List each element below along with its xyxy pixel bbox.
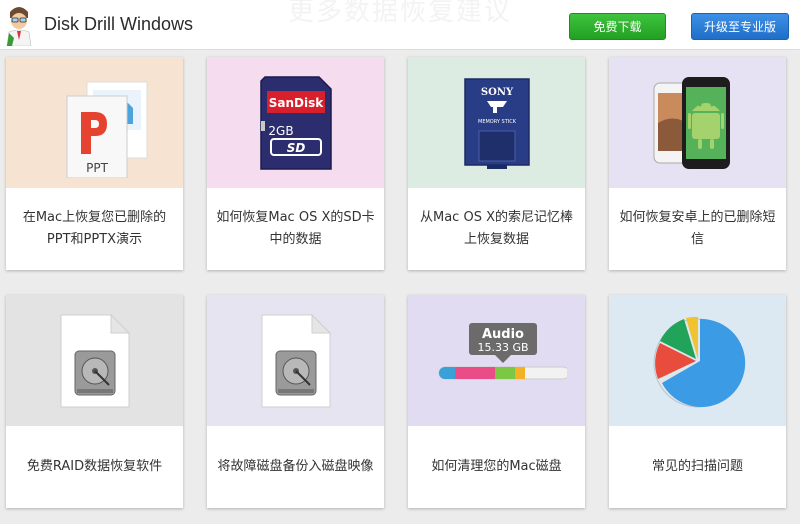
card-recover-ppt[interactable]: PPT 在Mac上恢复您已删除的PPT和PPTX演示	[6, 57, 183, 270]
card-image: SONY MEMORY STICK	[408, 57, 585, 188]
sony-label: SONY	[480, 87, 513, 98]
app-logo-icon	[4, 4, 34, 46]
memory-stick-icon: SONY MEMORY STICK	[463, 77, 530, 169]
card-raid-recovery[interactable]: 免费RAID数据恢复软件	[6, 295, 183, 508]
audio-label: Audio	[481, 327, 523, 342]
card-image: Audio 15.33 GB	[408, 295, 585, 426]
free-download-button[interactable]: 免费下载	[569, 13, 666, 40]
app-title: Disk Drill Windows	[44, 14, 194, 34]
upgrade-pro-button[interactable]: 升级至专业版	[691, 13, 789, 40]
hard-drive-document-icon	[60, 313, 130, 407]
top-bar: 更多数据恢复建议 Disk Drill Windows 免费下载 升级至专业版	[0, 0, 800, 50]
audio-size-label: 15.33 GB	[477, 341, 528, 354]
sd-capacity-label: 2GB	[268, 124, 293, 138]
pie-chart-icon	[653, 316, 745, 407]
card-image	[609, 295, 786, 426]
card-recover-sd[interactable]: SanDisk 2GB SD 如何恢复Mac OS X的SD卡中的数据	[207, 57, 384, 270]
card-image: SanDisk 2GB SD	[207, 57, 384, 188]
card-recover-android-sms[interactable]: 如何恢复安卓上的已删除短信	[609, 57, 786, 270]
card-clean-mac-disk[interactable]: Audio 15.33 GB 如何清理您的Mac磁盘	[408, 295, 585, 508]
sd-brand-label: SanDisk	[268, 96, 324, 110]
powerpoint-document-icon: PPT	[66, 81, 147, 178]
ppt-label: PPT	[86, 161, 108, 175]
card-caption: 从Mac OS X的索尼记忆棒上恢复数据	[420, 210, 573, 247]
card-disk-image-backup[interactable]: 将故障磁盘备份入磁盘映像	[207, 295, 384, 508]
audio-storage-bar-icon: Audio 15.33 GB	[438, 322, 567, 379]
card-caption: 常见的扫描问题	[651, 459, 743, 474]
sd-card-icon: SanDisk 2GB SD	[259, 75, 332, 170]
card-image: PPT	[6, 57, 183, 188]
svg-text:SD: SD	[286, 141, 305, 155]
card-image	[609, 57, 786, 188]
card-image	[207, 295, 384, 426]
memory-stick-label: MEMORY STICK	[478, 119, 517, 125]
disk-image-icon	[261, 313, 331, 407]
card-scan-issues[interactable]: 常见的扫描问题	[609, 295, 786, 508]
android-phones-icon	[653, 76, 730, 169]
card-caption: 如何恢复安卓上的已删除短信	[619, 210, 776, 247]
card-recover-memory-stick[interactable]: SONY MEMORY STICK 从Mac OS X的索尼记忆棒上恢复数据	[408, 57, 585, 270]
card-caption: 免费RAID数据恢复软件	[26, 459, 163, 474]
card-caption: 如何恢复Mac OS X的SD卡中的数据	[216, 210, 375, 247]
card-caption: 在Mac上恢复您已删除的PPT和PPTX演示	[22, 210, 167, 247]
card-caption: 如何清理您的Mac磁盘	[431, 459, 562, 474]
card-caption: 将故障磁盘备份入磁盘映像	[217, 459, 374, 474]
card-image	[6, 295, 183, 426]
